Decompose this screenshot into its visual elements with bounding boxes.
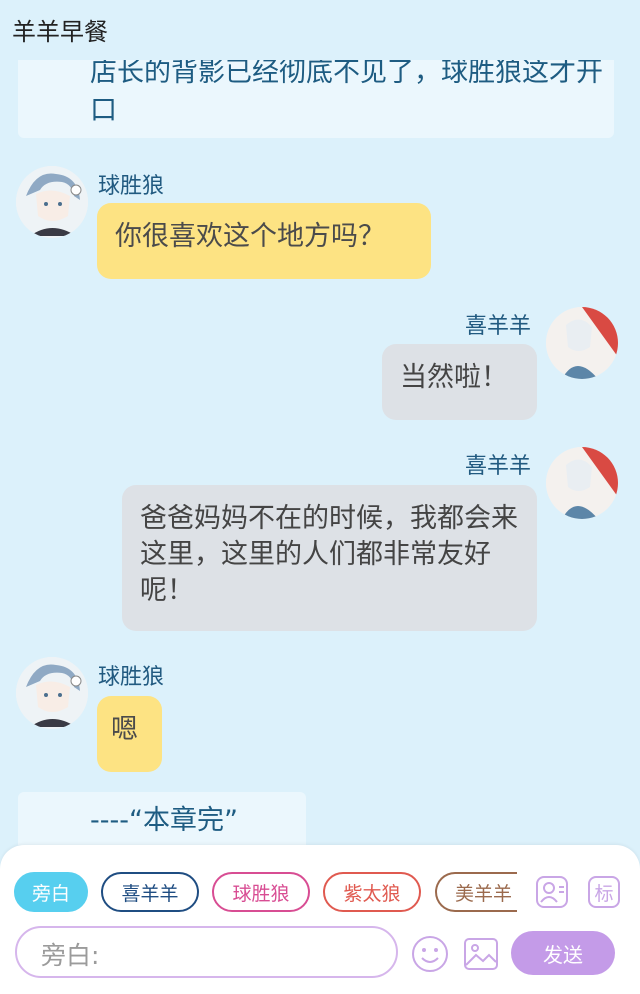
title-bar: 羊羊早餐 xyxy=(0,0,640,60)
role-chip-zitailang[interactable]: 紫太狼 xyxy=(323,872,421,912)
contact-card-icon[interactable] xyxy=(534,874,570,910)
wolf-avatar[interactable] xyxy=(16,166,88,238)
sender-name: 球胜狼 xyxy=(98,665,165,690)
sender-name: 球胜狼 xyxy=(98,174,165,199)
chat-area[interactable]: 店长的背影已经彻底不见了，球胜狼这才开口 球胜狼 你很喜欢这个地方吗？ 喜羊羊 … xyxy=(0,60,640,845)
input-placeholder: 旁白: xyxy=(41,941,100,970)
sender-name: 喜羊羊 xyxy=(465,314,532,339)
image-icon[interactable] xyxy=(461,934,501,974)
narration-text: ----“本章完” xyxy=(90,805,238,836)
sheep-avatar[interactable] xyxy=(546,307,618,379)
send-button[interactable]: 发送 xyxy=(511,931,615,975)
message-bubble[interactable]: 你很喜欢这个地方吗？ xyxy=(97,203,431,279)
role-chip-qiushenglang[interactable]: 球胜狼 xyxy=(212,872,310,912)
narration-message: 店长的背影已经彻底不见了，球胜狼这才开口 xyxy=(18,60,614,138)
page-title: 羊羊早餐 xyxy=(12,18,108,46)
narration-text: 店长的背影已经彻底不见了，球胜狼这才开口 xyxy=(90,60,603,126)
role-chip-narration[interactable]: 旁白 xyxy=(14,872,88,912)
emoji-icon[interactable] xyxy=(410,934,450,974)
tag-icon[interactable]: 标 xyxy=(586,874,622,910)
sender-name: 喜羊羊 xyxy=(465,454,532,479)
composer-panel: 旁白 喜羊羊 球胜狼 紫太狼 美羊羊 标 旁白: 发送 xyxy=(0,845,640,994)
role-chip-xiyangyang[interactable]: 喜羊羊 xyxy=(101,872,199,912)
sheep-avatar[interactable] xyxy=(546,447,618,519)
wolf-avatar[interactable] xyxy=(16,657,88,729)
chapter-end-narration: ----“本章完” xyxy=(18,792,306,845)
message-bubble[interactable]: 嗯 xyxy=(97,696,162,772)
tag-label: 标 xyxy=(594,882,614,905)
role-chip-meiyangyang[interactable]: 美羊羊 xyxy=(435,872,517,912)
message-bubble[interactable]: 当然啦！ xyxy=(382,344,537,420)
message-bubble[interactable]: 爸爸妈妈不在的时候，我都会来这里，这里的人们都非常友好呢！ xyxy=(122,485,537,631)
message-input[interactable]: 旁白: xyxy=(15,926,398,978)
